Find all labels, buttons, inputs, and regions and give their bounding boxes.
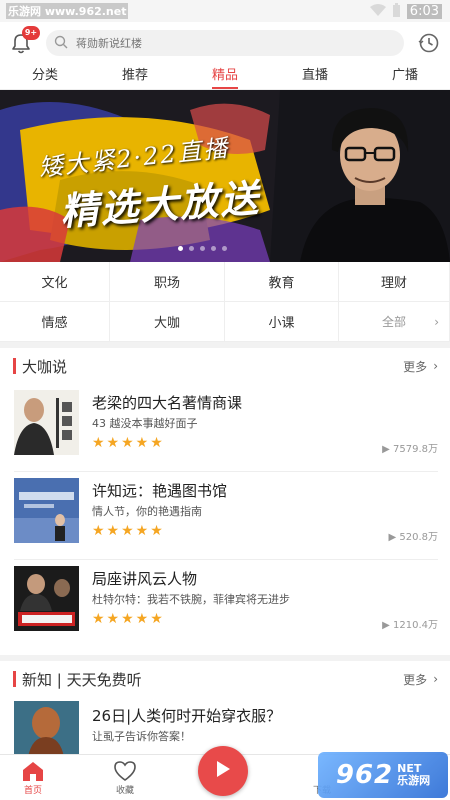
list-item[interactable]: 许知远：艳遇图书馆 情人节，你的艳遇指南 ★★★★★ ▶ 520.8万 — [14, 472, 438, 560]
app-screen: 乐游网 www.962.net 6:03 9+ 蒋勋新说红楼 分类 推荐 精品 … — [0, 0, 450, 800]
tabbar-favorites-label: 收藏 — [115, 786, 134, 796]
album-cover — [14, 566, 79, 631]
category-education[interactable]: 教育 — [225, 262, 339, 302]
section-title-text: 大咖说 — [22, 357, 68, 376]
home-icon — [3, 759, 63, 783]
site-watermark-logo: 962 NET 乐游网 — [318, 752, 448, 798]
play-icon — [214, 759, 232, 783]
tab-premium[interactable]: 精品 — [195, 64, 255, 90]
list-item[interactable]: 局座讲风云人物 杜特尔特：我若不铁腕，菲律宾将无进步 ★★★★★ ▶ 1210.… — [14, 560, 438, 648]
tab-recommend[interactable]: 推荐 — [105, 64, 165, 90]
play-count-value: 1210.4万 — [393, 620, 438, 631]
play-count-icon: ▶ — [382, 620, 393, 631]
watermark-text: 乐游网 www.962.net — [6, 3, 129, 19]
tabbar-favorites[interactable]: 收藏 — [95, 759, 155, 796]
chevron-right-icon: › — [433, 359, 438, 373]
category-all[interactable]: 全部 › — [339, 302, 450, 342]
star-rating: ★★★★★ — [92, 523, 165, 539]
album-cover — [14, 478, 79, 543]
pager-dot[interactable] — [178, 246, 183, 251]
category-all-label: 全部 — [381, 315, 406, 329]
category-mini-course[interactable]: 小课 — [225, 302, 339, 342]
top-bar: 9+ — [0, 22, 450, 64]
watermark-site-name: 乐游网 — [397, 774, 431, 787]
celebrity-talk-section: 大咖说 更多 › 老梁的四大名著情商课 43 越没本事越好面子 ★★★★★ ▶ … — [0, 348, 450, 655]
play-count-value: 7579.8万 — [393, 444, 438, 455]
status-right: 6:03 — [369, 2, 442, 20]
watermark-number: 962 — [335, 760, 394, 790]
category-grid: 文化 职场 教育 理财 情感 大咖 小课 全部 › — [0, 262, 450, 342]
section-title-text: 新知 | 天天免费听 — [22, 670, 142, 689]
category-workplace[interactable]: 职场 — [110, 262, 225, 302]
category-finance[interactable]: 理财 — [339, 262, 450, 302]
player-play-button[interactable] — [198, 746, 248, 796]
play-count-icon: ▶ — [388, 532, 400, 543]
title-accent-bar — [13, 671, 16, 687]
tabbar-home[interactable]: 首页 — [3, 759, 63, 796]
wifi-icon — [369, 3, 386, 19]
promo-banner[interactable]: 矮大紧2·22直播 精选大放送 — [0, 90, 450, 262]
status-time: 6:03 — [406, 3, 442, 19]
notification-badge: 9+ — [22, 26, 40, 40]
item-title: 许知远：艳遇图书馆 — [92, 482, 228, 500]
item-subtitle: 让虱子告诉你答案！ — [92, 730, 191, 743]
battery-icon — [392, 2, 401, 20]
play-count-value: 520.8万 — [399, 532, 438, 543]
search-icon — [54, 34, 68, 53]
section-header: 新知 | 天天免费听 更多 › — [0, 661, 450, 697]
item-title: 26日|人类何时开始穿衣服？ — [92, 707, 282, 725]
category-culture[interactable]: 文化 — [0, 262, 110, 302]
status-bar: 乐游网 www.962.net 6:03 — [0, 0, 450, 22]
star-rating: ★★★★★ — [92, 435, 165, 451]
item-subtitle: 43 越没本事越好面子 — [92, 417, 198, 430]
tab-live[interactable]: 直播 — [285, 64, 345, 90]
tab-radio[interactable]: 广播 — [375, 64, 435, 90]
section-title: 新知 | 天天免费听 — [13, 669, 142, 690]
section-title: 大咖说 — [13, 356, 67, 377]
pager-dot[interactable] — [200, 246, 205, 251]
heart-icon — [95, 759, 155, 783]
section-header: 大咖说 更多 › — [0, 348, 450, 384]
tab-category[interactable]: 分类 — [15, 64, 75, 90]
item-title: 老梁的四大名著情商课 — [92, 394, 243, 412]
play-count: ▶ 7579.8万 — [382, 440, 438, 455]
category-tabs: 分类 推荐 精品 直播 广播 — [0, 64, 450, 90]
pager-dot[interactable] — [211, 246, 216, 251]
tabbar-home-label: 首页 — [23, 786, 42, 796]
play-count-icon: ▶ — [382, 444, 393, 455]
search-input[interactable] — [76, 36, 376, 50]
title-accent-bar — [13, 358, 16, 374]
history-clock-icon[interactable] — [418, 32, 440, 54]
more-label: 更多 — [403, 672, 428, 687]
album-cover — [14, 701, 79, 757]
item-title: 局座讲风云人物 — [92, 570, 198, 588]
search-bar[interactable] — [46, 30, 404, 56]
item-subtitle: 杜特尔特：我若不铁腕，菲律宾将无进步 — [92, 593, 290, 606]
chevron-right-icon: › — [433, 672, 438, 686]
more-link[interactable]: 更多 › — [403, 358, 438, 375]
play-count: ▶ 1210.4万 — [382, 616, 438, 631]
item-subtitle: 情人节，你的艳遇指南 — [92, 505, 202, 518]
watermark-subtext: NET 乐游网 — [397, 763, 430, 787]
more-label: 更多 — [403, 359, 428, 374]
album-cover — [14, 390, 79, 455]
star-rating: ★★★★★ — [92, 611, 165, 627]
pager-dot[interactable] — [222, 246, 227, 251]
banner-pager — [178, 246, 227, 251]
category-celebrity[interactable]: 大咖 — [110, 302, 225, 342]
list-item[interactable]: 老梁的四大名著情商课 43 越没本事越好面子 ★★★★★ ▶ 7579.8万 — [14, 384, 438, 472]
play-count: ▶ 520.8万 — [388, 528, 438, 543]
category-emotion[interactable]: 情感 — [0, 302, 110, 342]
more-link[interactable]: 更多 › — [403, 671, 438, 688]
chevron-right-icon: › — [434, 315, 439, 329]
pager-dot[interactable] — [189, 246, 194, 251]
